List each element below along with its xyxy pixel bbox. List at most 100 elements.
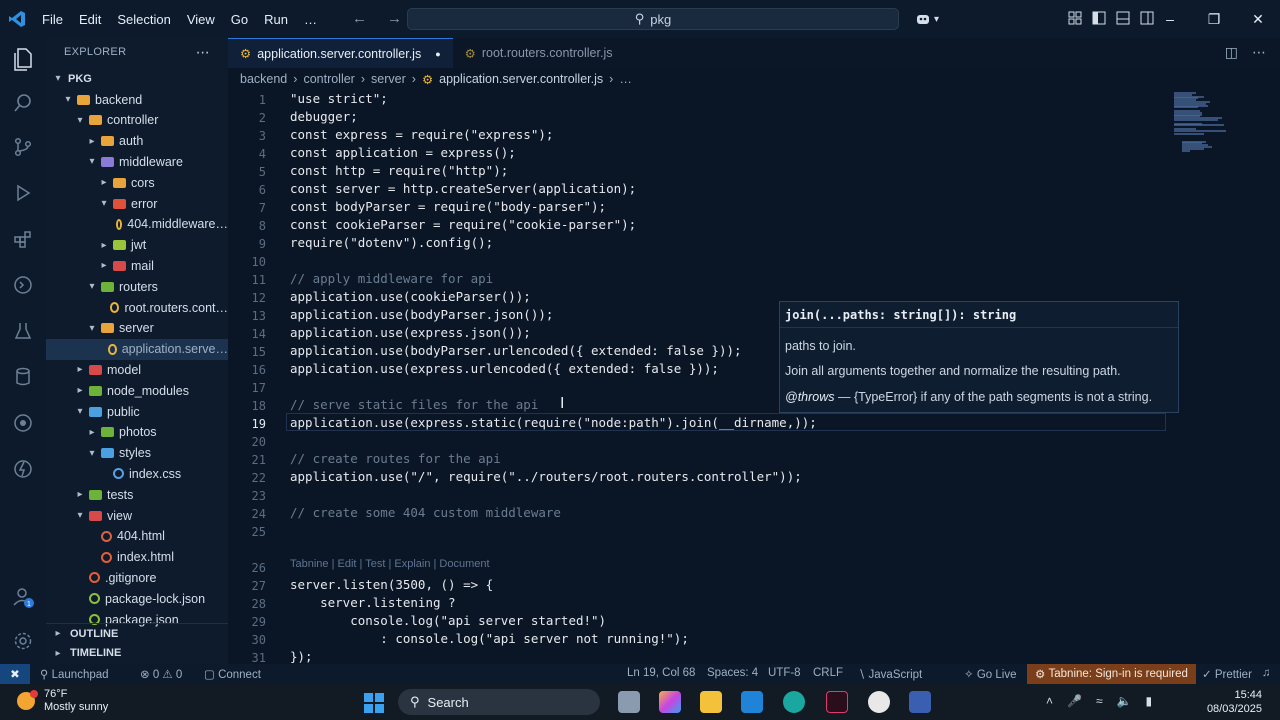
folder-item[interactable]: ▾ routers <box>46 276 228 297</box>
file-item[interactable]: 404.middleware… <box>46 214 228 235</box>
prettier-item[interactable]: ✓ Prettier <box>1202 667 1252 681</box>
more-actions-icon[interactable]: ⋯ <box>196 44 210 61</box>
chevron-up-icon[interactable]: ˄ <box>1046 694 1053 708</box>
go-live-button[interactable]: ✧ Go Live <box>964 667 1016 681</box>
accounts-icon[interactable]: 1 <box>10 584 36 610</box>
remote-indicator-icon[interactable]: ✖ <box>0 664 30 684</box>
code-line[interactable]: const application = express(); <box>290 145 516 160</box>
outline-section[interactable]: ▸ OUTLINE <box>46 623 228 643</box>
volume-icon[interactable]: 🔈 <box>1117 694 1132 708</box>
workspace-root[interactable]: ▾ PKG <box>46 68 228 89</box>
code-line[interactable]: }); <box>290 649 313 664</box>
line-ending[interactable]: CRLF <box>813 667 843 679</box>
code-line[interactable]: console.log("api server started!") <box>290 613 606 628</box>
menu-item-go[interactable]: Go <box>223 12 256 27</box>
toggle-sidebar-icon[interactable] <box>1092 11 1106 25</box>
file-item[interactable]: index.html <box>46 547 228 568</box>
connect-item[interactable]: ▢ Connect <box>204 667 261 681</box>
tabnine-status[interactable]: ⚙ Tabnine: Sign-in is required <box>1027 664 1196 684</box>
remote-explorer-icon[interactable] <box>10 272 36 298</box>
copilot-app-icon[interactable] <box>659 691 681 713</box>
menu-item-run[interactable]: Run <box>256 12 296 27</box>
unsaved-dot-icon[interactable]: ● <box>435 49 440 59</box>
launchpad-item[interactable]: ⚲ Launchpad <box>40 667 109 681</box>
breadcrumb-item[interactable]: controller <box>303 72 354 86</box>
code-line[interactable]: // apply middleware for api <box>290 271 493 286</box>
file-item[interactable]: index.css <box>46 463 228 484</box>
chrome-browser-icon[interactable] <box>868 691 890 713</box>
source-control-icon[interactable] <box>10 134 36 160</box>
clock[interactable]: 15:44 08/03/2025 <box>1207 688 1262 716</box>
folder-item[interactable]: ▸ cors <box>46 172 228 193</box>
file-item[interactable]: 404.html <box>46 526 228 547</box>
database-icon[interactable] <box>10 364 36 390</box>
copilot-icon[interactable] <box>912 10 934 28</box>
back-arrow-icon[interactable]: ← <box>352 10 367 27</box>
menu-item-edit[interactable]: Edit <box>71 12 109 27</box>
minimap[interactable] <box>1174 90 1252 152</box>
folder-item[interactable]: ▸ photos <box>46 422 228 443</box>
settings-gear-icon[interactable] <box>10 628 36 654</box>
folder-item[interactable]: ▸ tests <box>46 484 228 505</box>
live-share-icon[interactable] <box>10 410 36 436</box>
breadcrumb-item[interactable]: … <box>619 72 632 86</box>
file-explorer-icon[interactable] <box>700 691 722 713</box>
minimize-icon[interactable]: – <box>1148 11 1192 27</box>
file-item[interactable]: application.serve… <box>46 338 228 360</box>
file-item[interactable]: .gitignore <box>46 567 228 588</box>
cursor-position[interactable]: Ln 19, Col 68 <box>627 667 695 679</box>
folder-item[interactable]: ▾ backend <box>46 89 228 110</box>
tabnine-icon[interactable] <box>10 456 36 482</box>
code-line[interactable]: server.listen(3500, () => { <box>290 577 493 592</box>
search-icon[interactable] <box>10 90 36 116</box>
code-line[interactable]: // serve static files for the api <box>290 397 538 412</box>
file-item[interactable]: package-lock.json <box>46 588 228 609</box>
folder-item[interactable]: ▾ public <box>46 401 228 422</box>
folder-item[interactable]: ▾ view <box>46 505 228 526</box>
extensions-icon[interactable] <box>10 226 36 252</box>
code-line[interactable]: application.use("/", require("../routers… <box>290 469 802 484</box>
code-line[interactable]: application.use(express.urlencoded({ ext… <box>290 361 719 376</box>
folder-item[interactable]: ▸ node_modules <box>46 380 228 401</box>
breadcrumb-item[interactable]: server <box>371 72 406 86</box>
testing-icon[interactable] <box>10 318 36 344</box>
code-line[interactable]: debugger; <box>290 109 358 124</box>
folder-item[interactable]: ▾ controller <box>46 110 228 131</box>
edge-browser-icon[interactable] <box>783 691 805 713</box>
code-line[interactable]: application.use(express.json()); <box>290 325 531 340</box>
code-line[interactable]: const express = require("express"); <box>290 127 553 142</box>
code-line[interactable]: application.use(bodyParser.json()); <box>290 307 553 322</box>
more-actions-icon[interactable]: ⋯ <box>1252 44 1266 61</box>
code-line[interactable]: application.use(bodyParser.urlencoded({ … <box>290 343 742 358</box>
start-windows-icon[interactable] <box>363 692 385 719</box>
breadcrumb-item[interactable]: backend <box>240 72 287 86</box>
microphone-icon[interactable]: 🎤 <box>1067 694 1082 708</box>
explorer-icon[interactable] <box>10 46 36 72</box>
breadcrumb-item[interactable]: application.server.controller.js <box>439 72 603 86</box>
tab-root-routers-controller[interactable]: ⚙ root.routers.controller.js <box>453 38 625 68</box>
encoding[interactable]: UTF-8 <box>768 667 801 679</box>
customize-layout-icon[interactable] <box>1068 11 1082 25</box>
timeline-section[interactable]: ▸ TIMELINE <box>46 643 228 663</box>
folder-item[interactable]: ▸ mail <box>46 255 228 276</box>
menu-item-file[interactable]: File <box>34 12 71 27</box>
language-mode[interactable]: ∖ JavaScript <box>858 667 922 681</box>
task-view-icon[interactable] <box>618 691 640 713</box>
folder-item[interactable]: ▾ error <box>46 193 228 214</box>
split-editor-icon[interactable]: ◫ <box>1225 44 1238 61</box>
battery-icon[interactable]: ▮ <box>1146 694 1153 708</box>
code-line[interactable]: const bodyParser = require("body-parser"… <box>290 199 606 214</box>
code-line[interactable]: // create routes for the api <box>290 451 501 466</box>
notifications-bell-icon[interactable]: ♫ <box>1262 667 1271 679</box>
folder-item[interactable]: ▸ jwt <box>46 235 228 256</box>
restore-icon[interactable]: ❐ <box>1192 11 1236 28</box>
vscode-taskbar-icon[interactable] <box>741 691 763 713</box>
code-line[interactable]: server.listening ? <box>290 595 455 610</box>
taskbar-search[interactable]: ⚲ Search <box>398 689 600 715</box>
code-line[interactable]: // create some 404 custom middleware <box>290 505 561 520</box>
folder-item[interactable]: ▾ server <box>46 318 228 339</box>
weather-widget[interactable]: 76°F Mostly sunny <box>14 688 108 714</box>
run-debug-icon[interactable] <box>10 180 36 206</box>
code-line[interactable]: const cookieParser = require("cookie-par… <box>290 217 636 232</box>
file-item[interactable]: root.routers.cont… <box>46 297 228 318</box>
